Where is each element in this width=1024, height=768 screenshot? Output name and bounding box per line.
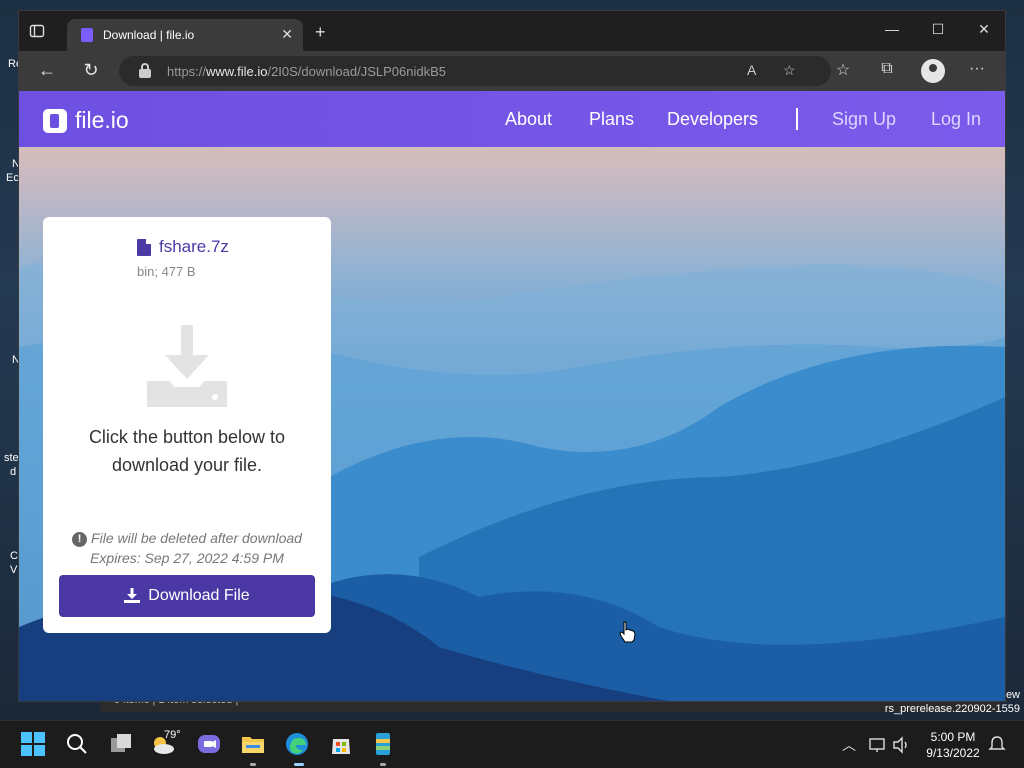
fileio-favicon-icon (81, 28, 93, 42)
download-icon (124, 588, 141, 603)
fileio-logo[interactable]: file.io (43, 107, 129, 134)
desktop-icon-label[interactable]: V (10, 564, 17, 576)
web-page: file.io About Plans Developers Sign Up L… (19, 91, 1005, 701)
tab-title: Download | file.io (103, 28, 195, 42)
info-icon: ! (72, 532, 88, 547)
tab-actions-icon[interactable] (29, 23, 49, 43)
fileio-logo-icon (43, 108, 67, 133)
hand-cursor-icon (619, 621, 636, 643)
nav-plans-link[interactable]: Plans (589, 109, 634, 130)
taskbar: 79° ︿ 5:00 PM 9/13/2022 (0, 720, 1024, 768)
instruction-line: Click the button below to (88, 427, 286, 447)
new-tab-button[interactable]: + (315, 23, 326, 41)
download-file-button[interactable]: Download File (59, 575, 315, 617)
build-watermark-line: rs_prerelease.220902-1559 (884, 703, 1020, 715)
maximize-button[interactable]: ☐ (915, 21, 961, 38)
running-indicator (250, 763, 256, 766)
browser-window: Download | file.io ✕ + — ☐ ✕ ← ↻ https:/… (18, 10, 1006, 702)
instruction-line: download your file. (111, 455, 263, 475)
nav-developers-link[interactable]: Developers (667, 109, 758, 130)
desktop-icon-label[interactable]: ste (4, 452, 19, 464)
file-meta: bin; 477 B (137, 264, 196, 279)
file-title-row: fshare.7z (137, 237, 229, 257)
download-instructions: Click the button below to download your … (43, 423, 331, 479)
active-app-indicator (294, 763, 304, 766)
expiry-date: Expires: Sep 27, 2022 4:59 PM (90, 550, 284, 566)
add-favorite-icon[interactable]: ☆ (783, 62, 796, 79)
tab-close-icon[interactable]: ✕ (281, 26, 293, 43)
back-button[interactable]: ← (35, 60, 59, 81)
network-icon[interactable] (868, 735, 888, 755)
desktop-icon-label[interactable]: C (10, 550, 18, 562)
collections-button[interactable]: ⧉ (875, 60, 899, 78)
download-tray-icon (147, 325, 227, 407)
url-input[interactable]: https://www.file.io/2I0S/download/JSLP06… (119, 56, 831, 86)
close-window-button[interactable]: ✕ (961, 21, 1005, 38)
address-bar-row: ← ↻ https://www.file.io/2I0S/download/JS… (19, 51, 1005, 91)
tab-bar: Download | file.io ✕ + — ☐ ✕ (19, 11, 1005, 51)
search-icon[interactable] (64, 731, 90, 757)
clock-time: 5:00 PM (930, 730, 976, 744)
nav-login-link[interactable]: Log In (931, 109, 981, 130)
lock-icon[interactable] (139, 63, 151, 78)
file-icon (137, 238, 151, 256)
minimize-button[interactable]: — (869, 21, 915, 37)
reload-button[interactable]: ↻ (79, 60, 103, 81)
delete-notice: File will be deleted after download (91, 530, 302, 546)
browser-tab-active[interactable]: Download | file.io ✕ (67, 19, 303, 51)
nav-divider (796, 108, 798, 130)
desktop-icon-label[interactable]: Ec (6, 172, 19, 184)
more-menu-button[interactable]: ··· (965, 60, 989, 78)
weather-temperature: 79° (164, 729, 181, 741)
volume-icon[interactable] (892, 735, 912, 755)
windows-start-icon[interactable] (20, 731, 46, 757)
clock-date: 9/13/2022 (926, 746, 980, 760)
download-card: fshare.7z bin; 477 B Click the button be… (43, 217, 331, 633)
desktop-icon-label[interactable]: d (10, 466, 16, 478)
nav-signup-link[interactable]: Sign Up (832, 109, 896, 130)
favorites-button[interactable]: ☆ (831, 60, 855, 80)
expiry-warning: ! File will be deleted after download Exp… (43, 528, 331, 568)
profile-avatar[interactable] (921, 59, 945, 83)
nav-about-link[interactable]: About (505, 109, 552, 130)
archive-app-icon[interactable] (370, 731, 396, 757)
download-button-label: Download File (148, 587, 250, 604)
tray-chevron-icon[interactable]: ︿ (842, 735, 856, 755)
url-text: https://www.file.io/2I0S/download/JSLP06… (167, 64, 446, 79)
file-explorer-icon[interactable] (240, 731, 266, 757)
file-name: fshare.7z (159, 237, 229, 256)
read-aloud-icon[interactable]: A (747, 62, 756, 78)
notifications-icon[interactable] (988, 735, 1006, 753)
running-indicator (380, 763, 386, 766)
store-icon[interactable] (328, 731, 354, 757)
taskbar-clock[interactable]: 5:00 PM 9/13/2022 (920, 729, 986, 761)
site-navbar: file.io About Plans Developers Sign Up L… (19, 91, 1005, 147)
logo-text: file.io (75, 107, 129, 133)
edge-icon[interactable] (284, 731, 310, 757)
teams-chat-icon[interactable] (196, 731, 222, 757)
task-view-icon[interactable] (108, 731, 134, 757)
